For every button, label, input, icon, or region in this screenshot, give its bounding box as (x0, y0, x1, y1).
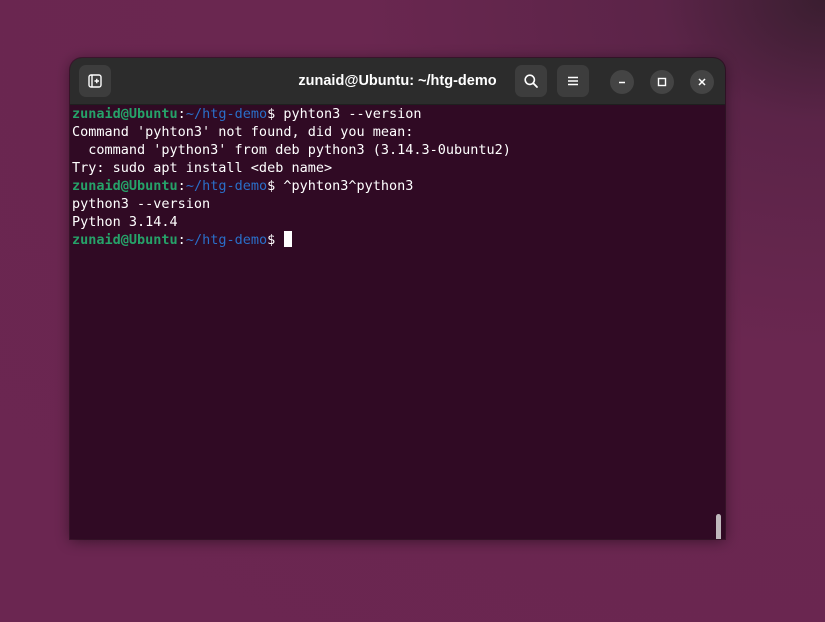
scrollbar-thumb[interactable] (716, 514, 721, 539)
prompt-symbol: $ (267, 106, 284, 122)
terminal-line: zunaid@Ubuntu:~/htg-demo$ pyhton3 --vers… (72, 105, 723, 123)
command-text: pyhton3 --version (283, 106, 422, 122)
search-icon (524, 74, 538, 88)
prompt-path: ~/htg-demo (185, 106, 268, 122)
minimize-icon (619, 81, 625, 84)
prompt-separator: : (177, 178, 186, 194)
prompt-user-host: zunaid@Ubuntu (72, 178, 178, 194)
terminal-line: python3 --version (72, 196, 211, 212)
terminal-line: zunaid@Ubuntu:~/htg-demo$ ^pyhton3^pytho… (72, 177, 723, 195)
new-tab-icon (88, 74, 102, 88)
prompt-separator: : (177, 232, 186, 248)
new-tab-button[interactable] (79, 65, 111, 97)
maximize-button[interactable] (650, 70, 674, 94)
prompt-user-host: zunaid@Ubuntu (72, 232, 178, 248)
search-button[interactable] (515, 65, 547, 97)
prompt-user-host: zunaid@Ubuntu (72, 106, 178, 122)
terminal-line[interactable]: zunaid@Ubuntu:~/htg-demo$ (72, 231, 723, 249)
command-text: ^pyhton3^python3 (283, 178, 414, 194)
hamburger-menu-icon (568, 76, 578, 86)
menu-button[interactable] (557, 65, 589, 97)
text-cursor (284, 231, 293, 247)
terminal-line: Try: sudo apt install <deb name> (72, 160, 333, 176)
prompt-path: ~/htg-demo (185, 232, 268, 248)
maximize-icon (657, 77, 667, 87)
close-button[interactable] (690, 70, 714, 94)
terminal-line: command 'python3' from deb python3 (3.14… (72, 142, 511, 158)
title-bar[interactable]: zunaid@Ubuntu: ~/htg-demo (70, 58, 725, 105)
terminal-line: Python 3.14.4 (72, 214, 178, 230)
prompt-symbol: $ (267, 232, 284, 248)
close-icon (698, 78, 706, 86)
prompt-path: ~/htg-demo (185, 178, 268, 194)
terminal-window: zunaid@Ubuntu: ~/htg-demo zunaid@Ubuntu:… (70, 58, 725, 539)
prompt-separator: : (177, 106, 186, 122)
minimize-button[interactable] (610, 70, 634, 94)
prompt-symbol: $ (267, 178, 284, 194)
terminal-line: Command 'pyhton3' not found, did you mea… (72, 124, 414, 140)
terminal-output[interactable]: zunaid@Ubuntu:~/htg-demo$ pyhton3 --vers… (70, 105, 725, 539)
